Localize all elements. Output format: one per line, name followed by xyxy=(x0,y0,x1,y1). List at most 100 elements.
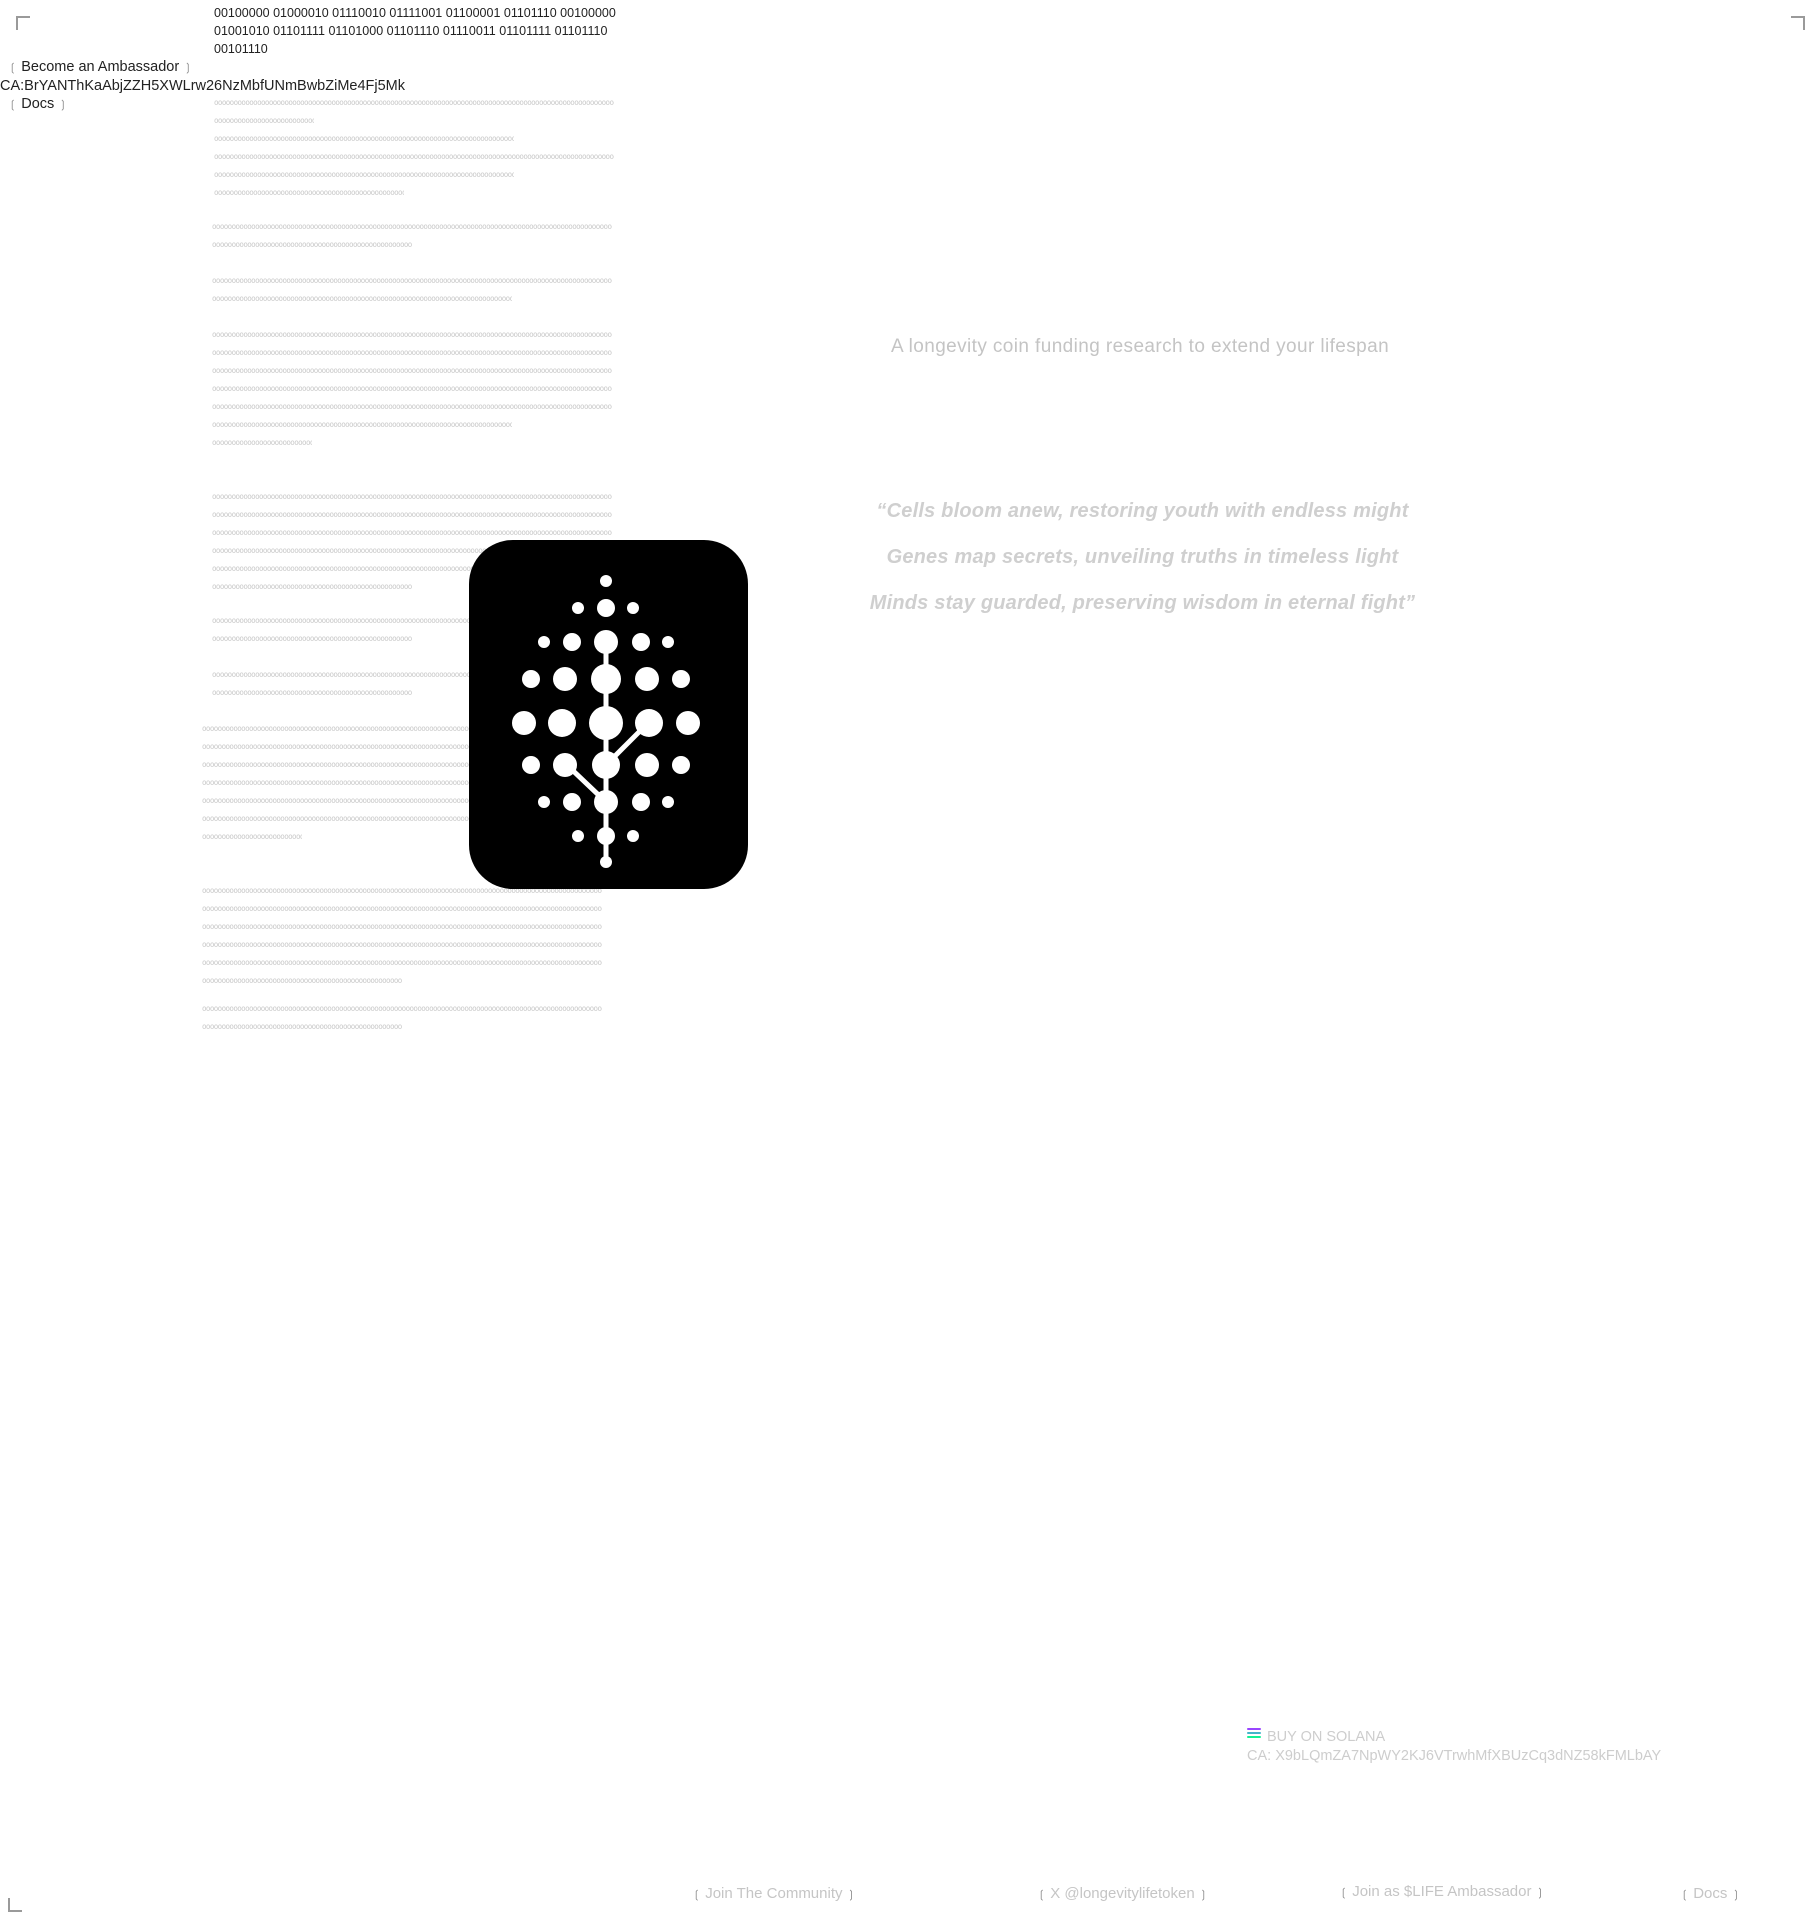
poem-quote: “Cells bloom anew, restoring youth with … xyxy=(830,488,1455,626)
decorative-pattern-line: oooooooooooooooooooooooooooooooooooooooo… xyxy=(212,492,612,501)
logo-dot xyxy=(594,790,618,814)
join-ambassador-label: Join as $LIFE Ambassador xyxy=(1352,1883,1532,1900)
x-twitter-link[interactable]: ❲ X @longevitylifetoken ❳ xyxy=(1033,1885,1212,1902)
bracket-close: ❳ xyxy=(183,62,193,74)
bracket-open: ❲ xyxy=(692,1889,702,1901)
tagline: A longevity coin funding research to ext… xyxy=(890,336,1390,357)
logo-dot xyxy=(563,633,581,651)
join-community-label: Join The Community xyxy=(705,1885,843,1902)
decorative-pattern-line: oooooooooooooooooooooooooooooooooooooooo… xyxy=(202,958,602,967)
logo-dot xyxy=(572,602,584,614)
bracket-close: ❳ xyxy=(1731,1889,1741,1901)
logo-dot xyxy=(589,706,623,740)
bracket-close: ❳ xyxy=(58,99,68,111)
contract-address[interactable]: CA:BrYANThKaAbjZZH5XWLrw26NzMbfUNmBwbZiM… xyxy=(0,77,405,95)
decorative-pattern-line: oooooooooooooooooooooooooooooooooooooooo… xyxy=(214,116,314,125)
logo-dot xyxy=(594,630,618,654)
quote-line: “Cells bloom anew, restoring youth with … xyxy=(876,500,1409,522)
decorative-pattern-line: oooooooooooooooooooooooooooooooooooooooo… xyxy=(212,438,312,447)
logo-dot xyxy=(672,756,690,774)
decorative-pattern-line: oooooooooooooooooooooooooooooooooooooooo… xyxy=(202,976,402,985)
decorative-pattern-line: oooooooooooooooooooooooooooooooooooooooo… xyxy=(214,134,514,143)
footer-docs-link[interactable]: ❲ Docs ❳ xyxy=(1676,1885,1745,1902)
logo-dot xyxy=(592,751,620,779)
logo-dot xyxy=(662,636,674,648)
tree-dots-logo-icon xyxy=(469,540,748,889)
logo-dot xyxy=(548,709,576,737)
logo-dot xyxy=(563,793,581,811)
logo-dot xyxy=(600,575,612,587)
decorative-pattern-line: oooooooooooooooooooooooooooooooooooooooo… xyxy=(214,98,614,107)
logo-dot xyxy=(553,667,577,691)
x-twitter-label: X @longevitylifetoken xyxy=(1050,1885,1195,1902)
decorative-pattern-line: oooooooooooooooooooooooooooooooooooooooo… xyxy=(212,366,612,375)
footer-docs-label: Docs xyxy=(1693,1885,1728,1902)
buy-section: BUY ON SOLANA CA: X9bLQmZA7NpWY2KJ6VTrwh… xyxy=(1247,1727,1661,1766)
bracket-open: ❲ xyxy=(1680,1889,1690,1901)
frame-corner-top-left xyxy=(16,16,30,30)
logo-dot xyxy=(553,753,577,777)
decorative-pattern-line: oooooooooooooooooooooooooooooooooooooooo… xyxy=(202,832,302,841)
decorative-pattern-line: oooooooooooooooooooooooooooooooooooooooo… xyxy=(214,170,514,179)
logo-dot xyxy=(522,670,540,688)
logo-dot xyxy=(538,796,550,808)
logo-graphic xyxy=(512,575,700,868)
binary-message: 00100000 01000010 01110010 01111001 0110… xyxy=(214,6,616,56)
bracket-close: ❳ xyxy=(1535,1887,1545,1899)
decorative-pattern-line: oooooooooooooooooooooooooooooooooooooooo… xyxy=(212,510,612,519)
solana-contract-address[interactable]: CA: X9bLQmZA7NpWY2KJ6VTrwhMfXBUzCq3dNZ58… xyxy=(1247,1747,1661,1766)
bracket-open: ❲ xyxy=(1339,1887,1349,1899)
join-ambassador-link[interactable]: ❲ Join as $LIFE Ambassador ❳ xyxy=(1335,1883,1549,1900)
decorative-pattern-line: oooooooooooooooooooooooooooooooooooooooo… xyxy=(212,294,512,303)
decorative-pattern-line: oooooooooooooooooooooooooooooooooooooooo… xyxy=(212,348,612,357)
decorative-pattern-line: oooooooooooooooooooooooooooooooooooooooo… xyxy=(212,276,612,285)
bracket-open: ❲ xyxy=(8,62,18,74)
decorative-pattern-line: oooooooooooooooooooooooooooooooooooooooo… xyxy=(212,420,512,429)
decorative-pattern-line: oooooooooooooooooooooooooooooooooooooooo… xyxy=(202,922,602,931)
decorative-pattern-line: oooooooooooooooooooooooooooooooooooooooo… xyxy=(212,582,412,591)
logo-dot xyxy=(632,793,650,811)
logo-dot xyxy=(635,709,663,737)
logo-dot xyxy=(627,602,639,614)
decorative-pattern-line: oooooooooooooooooooooooooooooooooooooooo… xyxy=(212,528,612,537)
join-community-link[interactable]: ❲ Join The Community ❳ xyxy=(688,1885,860,1902)
logo-dot xyxy=(591,664,621,694)
logo-dot xyxy=(672,670,690,688)
logo-dot xyxy=(572,830,584,842)
decorative-pattern-line: oooooooooooooooooooooooooooooooooooooooo… xyxy=(212,634,412,643)
decorative-pattern-line: oooooooooooooooooooooooooooooooooooooooo… xyxy=(202,904,602,913)
become-ambassador-label: Become an Ambassador xyxy=(21,59,180,75)
bracket-close: ❳ xyxy=(1198,1889,1208,1901)
logo-dot xyxy=(632,633,650,651)
logo-dot xyxy=(600,856,612,868)
decorative-pattern-line: oooooooooooooooooooooooooooooooooooooooo… xyxy=(214,152,614,161)
logo-dot xyxy=(512,711,536,735)
decorative-pattern-line: oooooooooooooooooooooooooooooooooooooooo… xyxy=(202,1004,602,1013)
logo-dot xyxy=(538,636,550,648)
frame-corner-bottom-left xyxy=(8,1898,22,1912)
decorative-pattern-line: oooooooooooooooooooooooooooooooooooooooo… xyxy=(212,402,612,411)
logo-dot xyxy=(635,753,659,777)
quote-line: Minds stay guarded, preserving wisdom in… xyxy=(869,592,1416,614)
decorative-pattern-line: oooooooooooooooooooooooooooooooooooooooo… xyxy=(212,222,612,231)
frame-corner-top-right xyxy=(1791,16,1805,30)
become-ambassador-link[interactable]: ❲ Become an Ambassador ❳ xyxy=(0,58,405,77)
decorative-pattern-line: oooooooooooooooooooooooooooooooooooooooo… xyxy=(202,1022,402,1031)
bracket-open: ❲ xyxy=(8,99,18,111)
decorative-pattern-line: oooooooooooooooooooooooooooooooooooooooo… xyxy=(214,188,404,197)
decorative-pattern-line: oooooooooooooooooooooooooooooooooooooooo… xyxy=(212,240,412,249)
quote-line: Genes map secrets, unveiling truths in t… xyxy=(886,546,1399,568)
buy-on-solana-label: BUY ON SOLANA xyxy=(1267,1729,1386,1745)
bracket-open: ❲ xyxy=(1037,1889,1047,1901)
solana-icon xyxy=(1247,1727,1261,1740)
logo-dot xyxy=(597,599,615,617)
logo-dot xyxy=(627,830,639,842)
buy-on-solana-link[interactable]: BUY ON SOLANA xyxy=(1247,1727,1661,1747)
decorative-pattern-line: oooooooooooooooooooooooooooooooooooooooo… xyxy=(212,384,612,393)
bracket-close: ❳ xyxy=(846,1889,856,1901)
docs-label: Docs xyxy=(21,96,55,112)
decorative-pattern-line: oooooooooooooooooooooooooooooooooooooooo… xyxy=(212,688,412,697)
decorative-pattern-line: oooooooooooooooooooooooooooooooooooooooo… xyxy=(202,940,602,949)
logo-dot xyxy=(597,827,615,845)
logo-dot xyxy=(635,667,659,691)
